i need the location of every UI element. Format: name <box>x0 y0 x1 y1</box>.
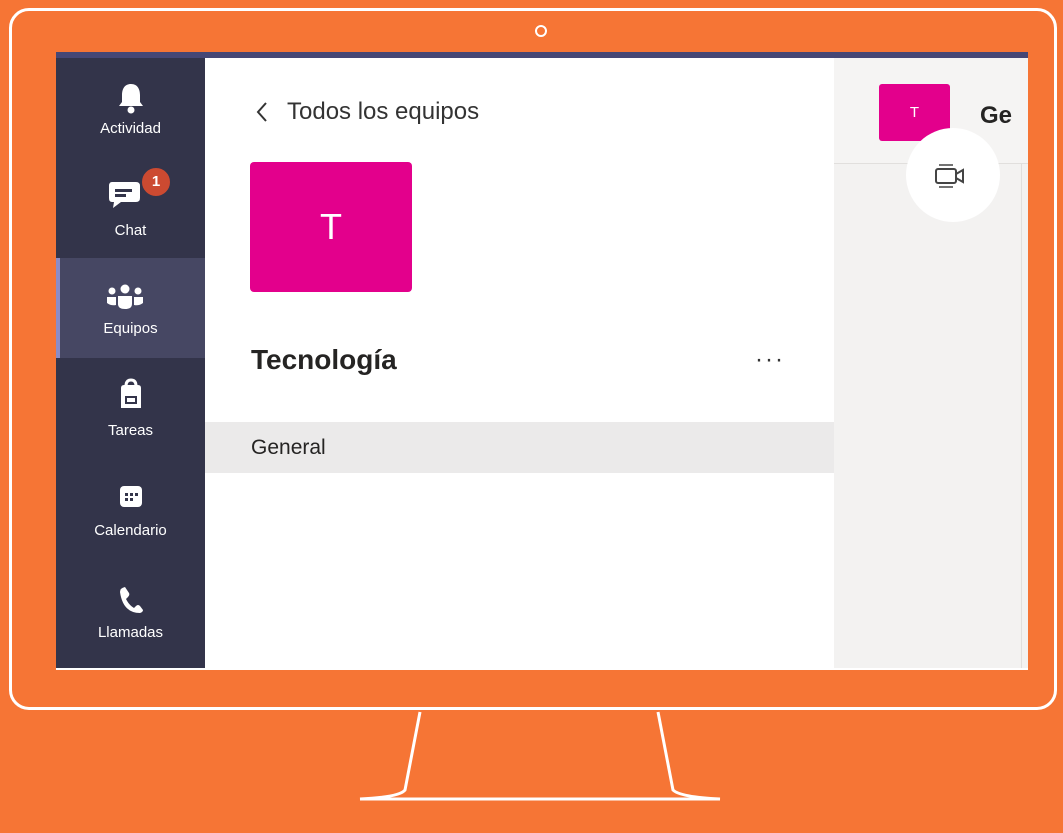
team-avatar: T <box>250 162 412 292</box>
back-label: Todos los equipos <box>287 98 480 125</box>
chat-icon <box>109 182 140 208</box>
channel-title: Ge <box>980 102 1013 129</box>
content-divider <box>1021 163 1022 668</box>
rail-label-calendario: Calendario <box>94 522 167 539</box>
rail-label-chat: Chat <box>114 222 147 239</box>
rail-label-tareas: Tareas <box>107 422 154 439</box>
back-to-all-teams[interactable]: Todos los equipos <box>255 98 479 126</box>
calendar-icon <box>119 486 142 507</box>
rail-label-llamadas: Llamadas <box>97 624 164 641</box>
rail-label-actividad: Actividad <box>100 120 161 137</box>
team-avatar-initial: T <box>320 206 342 247</box>
team-panel: Todos los equipos T Tecnología ··· Gener… <box>205 58 834 668</box>
bell-icon <box>118 84 143 114</box>
assignments-icon <box>120 378 141 408</box>
chevron-left-icon <box>256 102 267 122</box>
rail-item-calendario[interactable]: Calendario <box>56 458 205 558</box>
rail-label-equipos: Equipos <box>103 320 158 337</box>
meet-now-button[interactable] <box>906 128 1000 222</box>
rail-item-actividad[interactable]: Actividad <box>56 58 205 158</box>
video-camera-icon <box>935 164 964 188</box>
more-options-button[interactable]: ··· <box>755 346 785 374</box>
channel-item-general[interactable]: General <box>205 422 834 473</box>
chat-unread-badge: 1 <box>140 166 172 198</box>
rail-item-chat[interactable]: Chat <box>56 158 205 258</box>
rail-item-llamadas[interactable]: Llamadas <box>56 558 205 658</box>
rail-item-equipos[interactable]: Equipos <box>56 258 205 358</box>
channel-view: T Ge <box>834 58 1028 668</box>
team-name: Tecnología <box>251 344 397 375</box>
channel-team-initial: T <box>909 104 920 121</box>
teams-icon <box>107 284 143 309</box>
phone-icon <box>119 587 143 613</box>
app-rail: Actividad Chat Equipos Tareas Calendario… <box>56 58 205 668</box>
rail-item-tareas[interactable]: Tareas <box>56 358 205 458</box>
teams-window: Actividad Chat Equipos Tareas Calendario… <box>56 52 1028 670</box>
